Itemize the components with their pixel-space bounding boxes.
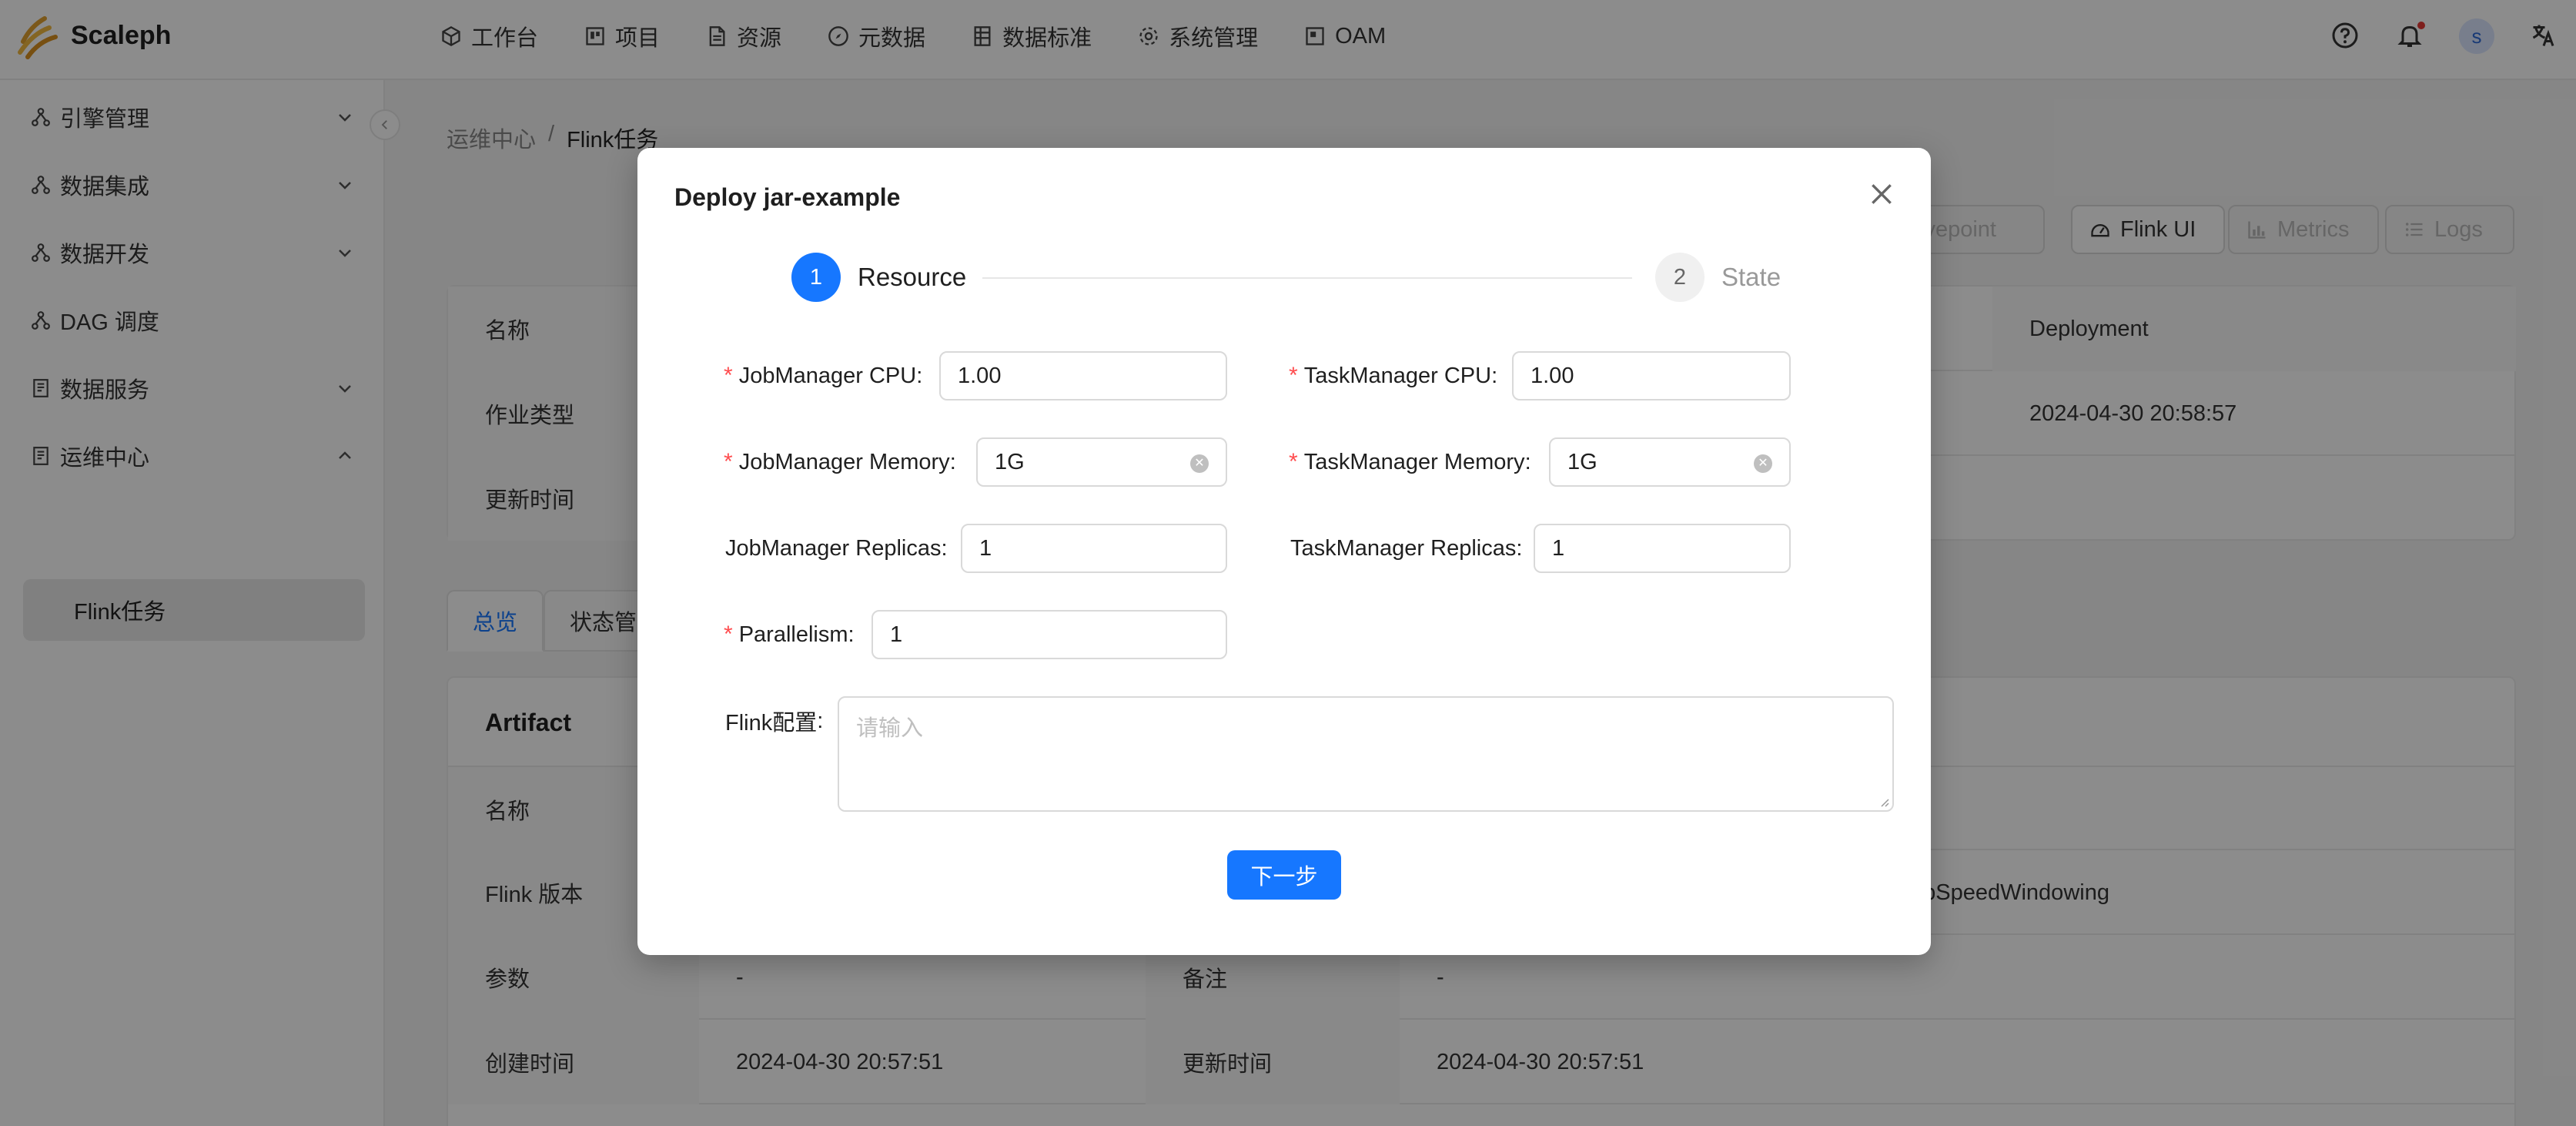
field-label-text: JobManager Memory	[738, 449, 950, 474]
parallelism-input[interactable]: 1	[871, 610, 1227, 659]
field-label-text: TaskManager Memory	[1303, 449, 1525, 474]
step-resource: 1 Resource	[791, 253, 966, 302]
label-colon: :	[1516, 535, 1523, 561]
jm-memory-label: * JobManager Memory:	[724, 437, 956, 487]
parallelism-label: * Parallelism:	[724, 610, 855, 659]
field-label-text: TaskManager Replicas	[1290, 535, 1517, 561]
label-colon: :	[848, 622, 855, 647]
resize-grip-icon[interactable]	[1878, 796, 1889, 807]
label-colon: :	[916, 363, 923, 388]
required-mark: *	[724, 363, 733, 388]
required-mark: *	[724, 622, 733, 647]
tm-memory-select[interactable]: 1G ✕	[1549, 437, 1791, 487]
clear-icon[interactable]: ✕	[1754, 454, 1772, 473]
flink-config-textarea[interactable]: 请输入	[838, 696, 1894, 812]
field-label-text: JobManager Replicas	[725, 535, 942, 561]
tm-replicas-input[interactable]: 1	[1534, 524, 1791, 573]
select-value: 1G	[1567, 449, 1597, 474]
label-colon: :	[1491, 363, 1498, 388]
jm-memory-select[interactable]: 1G ✕	[976, 437, 1227, 487]
label-colon: :	[817, 708, 824, 733]
clear-icon[interactable]: ✕	[1190, 454, 1209, 473]
jm-replicas-label: JobManager Replicas:	[725, 524, 948, 573]
textarea-placeholder: 请输入	[856, 716, 924, 741]
field-label-text: JobManager CPU	[738, 363, 917, 388]
required-mark: *	[724, 449, 733, 474]
next-step-button[interactable]: 下一步	[1227, 850, 1341, 900]
step-label: Resource	[858, 263, 967, 291]
tm-cpu-input[interactable]: 1.00	[1512, 351, 1791, 400]
label-colon: :	[1524, 449, 1531, 474]
required-mark: *	[1289, 449, 1298, 474]
step-connector	[982, 277, 1632, 279]
field-label-text: Parallelism	[738, 622, 848, 647]
step-label: State	[1721, 263, 1781, 291]
jm-cpu-label: * JobManager CPU:	[724, 351, 922, 400]
deploy-modal: Deploy jar-example 1 Resource 2 State * …	[637, 148, 1931, 955]
select-value: 1G	[995, 449, 1025, 474]
step-number: 2	[1655, 253, 1705, 302]
field-label-text: Flink配置	[725, 711, 818, 736]
tm-memory-label: * TaskManager Memory:	[1289, 437, 1531, 487]
jm-replicas-input[interactable]: 1	[961, 524, 1227, 573]
tm-cpu-label: * TaskManager CPU:	[1289, 351, 1497, 400]
required-mark: *	[1289, 363, 1298, 388]
flink-config-label: Flink配置:	[725, 696, 823, 746]
label-colon: :	[941, 535, 948, 561]
step-number: 1	[791, 253, 841, 302]
step-state: 2 State	[1655, 253, 1781, 302]
field-label-text: TaskManager CPU	[1303, 363, 1492, 388]
modal-title: Deploy jar-example	[674, 183, 901, 211]
jm-cpu-input[interactable]: 1.00	[939, 351, 1227, 400]
tm-replicas-label: TaskManager Replicas:	[1290, 524, 1522, 573]
label-colon: :	[949, 449, 956, 474]
close-icon[interactable]	[1866, 179, 1897, 209]
